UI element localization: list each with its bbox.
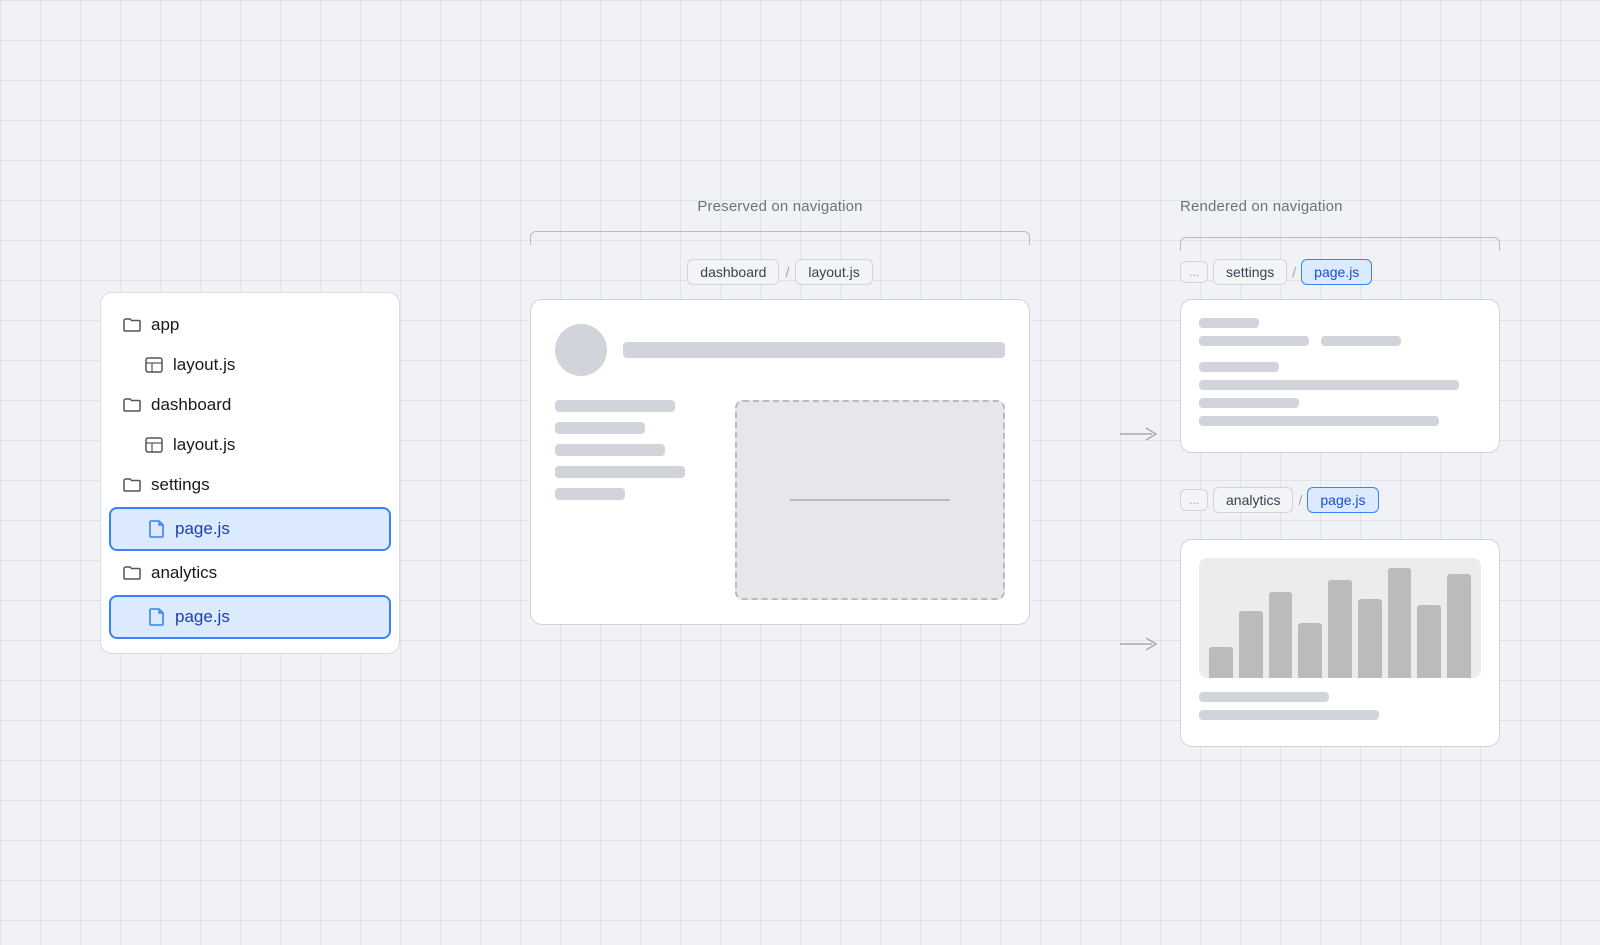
tree-item-app-label: app <box>151 315 179 335</box>
tree-item-dashboard-label: dashboard <box>151 395 231 415</box>
bc-settings[interactable]: settings <box>1213 259 1287 285</box>
right-panels: ... analytics / page.js <box>1180 299 1500 747</box>
bar-chart-bar <box>1358 599 1382 678</box>
tree-item-app[interactable]: app <box>101 305 399 345</box>
rp-line-1 <box>1199 318 1259 328</box>
tree-item-page-2-label: page.js <box>175 607 230 627</box>
bar-chart-bar <box>1239 611 1263 678</box>
tree-item-page-js-1[interactable]: page.js <box>109 507 391 551</box>
preview-placeholder <box>735 400 1005 600</box>
arrow-up <box>1120 424 1160 444</box>
bc-page-js-2[interactable]: page.js <box>1307 487 1378 513</box>
preserved-label: Preserved on navigation <box>697 198 862 215</box>
preview-line-5 <box>555 488 625 500</box>
bc-layout[interactable]: layout.js <box>795 259 872 285</box>
right-card-settings <box>1180 299 1500 453</box>
file-icon-page-1 <box>147 520 165 538</box>
preview-card <box>530 299 1030 625</box>
tree-item-settings[interactable]: settings <box>101 465 399 505</box>
tree-item-analytics-label: analytics <box>151 563 217 583</box>
bc-row-2: ... analytics / page.js <box>1180 487 1500 513</box>
rp-line-5 <box>1199 380 1459 390</box>
rp-line-2 <box>1199 336 1309 346</box>
bar-chart <box>1199 558 1481 678</box>
bar-chart-bar <box>1298 623 1322 678</box>
rendered-bracket <box>1180 237 1500 251</box>
bc-sep-1: / <box>785 264 789 280</box>
tree-item-layout-1-label: layout.js <box>173 355 235 375</box>
rp-line-6 <box>1199 398 1299 408</box>
tree-item-layout-1[interactable]: layout.js <box>101 345 399 385</box>
bar-chart-bar <box>1209 647 1233 678</box>
folder-icon-analytics <box>123 564 141 582</box>
layout-icon-2 <box>145 436 163 454</box>
bc-analytics[interactable]: analytics <box>1213 487 1293 513</box>
tree-item-layout-2[interactable]: layout.js <box>101 425 399 465</box>
preview-lines <box>555 400 715 600</box>
rendered-label: Rendered on navigation <box>1180 198 1343 215</box>
layout-icon-1 <box>145 356 163 374</box>
file-tree-panel: app layout.js dashboard layout.js settin <box>100 292 400 654</box>
tree-item-dashboard[interactable]: dashboard <box>101 385 399 425</box>
preview-line-4 <box>555 466 685 478</box>
rp-line-7 <box>1199 416 1439 426</box>
bar-chart-bar <box>1388 568 1412 678</box>
bc-sep-3: / <box>1298 492 1302 508</box>
arrow-down <box>1120 634 1160 654</box>
preview-line-2 <box>555 422 645 434</box>
rp-line-4 <box>1199 362 1279 372</box>
preview-content <box>555 400 1005 600</box>
right-card-analytics <box>1180 539 1500 747</box>
rp-line-3 <box>1321 336 1401 346</box>
file-icon-page-2 <box>147 608 165 626</box>
tree-item-settings-label: settings <box>151 475 210 495</box>
preview-line-3 <box>555 444 665 456</box>
bar-chart-bar <box>1328 580 1352 678</box>
folder-icon <box>123 316 141 334</box>
preview-header <box>555 324 1005 376</box>
preview-placeholder-line <box>790 499 950 501</box>
bar-chart-bar <box>1417 605 1441 678</box>
bar-chart-bar <box>1269 592 1293 678</box>
preview-line-1 <box>555 400 675 412</box>
preview-avatar <box>555 324 607 376</box>
main-container: app layout.js dashboard layout.js settin <box>100 198 1500 747</box>
bc-rp-line-2 <box>1199 710 1379 720</box>
tree-item-page-1-label: page.js <box>175 519 230 539</box>
bc-ellipsis-2[interactable]: ... <box>1180 489 1208 511</box>
folder-icon-dashboard <box>123 396 141 414</box>
bc-page-js-1[interactable]: page.js <box>1301 259 1372 285</box>
bc-rp-line-1 <box>1199 692 1329 702</box>
tree-item-analytics[interactable]: analytics <box>101 553 399 593</box>
folder-icon-settings <box>123 476 141 494</box>
bar-chart-bar <box>1447 574 1471 678</box>
tree-item-layout-2-label: layout.js <box>173 435 235 455</box>
bc-ellipsis-1[interactable]: ... <box>1180 261 1208 283</box>
bc-sep-2: / <box>1292 264 1296 280</box>
tree-item-page-js-2[interactable]: page.js <box>109 595 391 639</box>
bc-dashboard[interactable]: dashboard <box>687 259 779 285</box>
preserved-bracket <box>530 231 1030 245</box>
preview-header-line <box>623 342 1005 358</box>
